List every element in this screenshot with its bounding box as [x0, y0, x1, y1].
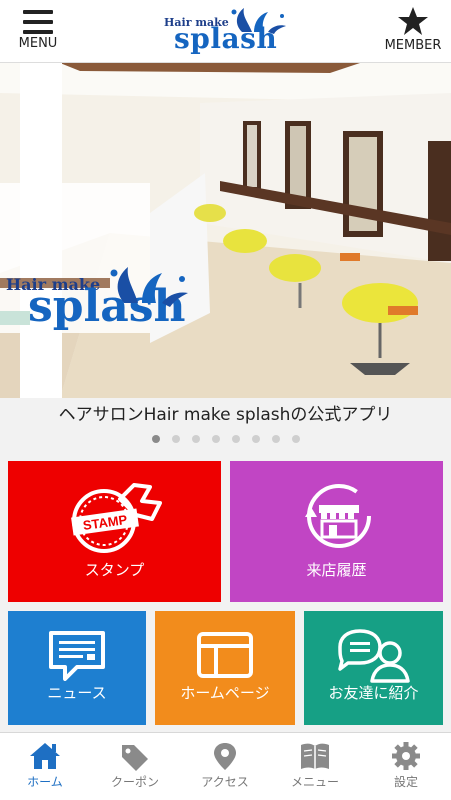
invite-friend-tile[interactable]: お友達に紹介: [304, 611, 443, 725]
stamp-icon: STAMP: [70, 483, 162, 553]
homepage-icon: [197, 632, 253, 678]
slider-dot[interactable]: [271, 435, 280, 443]
slider-dot[interactable]: [211, 435, 220, 443]
slider-dot[interactable]: [191, 435, 200, 443]
tab-menu[interactable]: メニュー: [270, 733, 360, 800]
hero-logo: Hair make splash: [6, 267, 196, 343]
gear-icon: [392, 742, 420, 770]
tab-home[interactable]: ホーム: [0, 733, 90, 800]
shop-history-icon: [304, 484, 371, 548]
tab-label-menu: メニュー: [290, 775, 339, 789]
tile-label-stamp: スタンプ: [84, 561, 145, 579]
stamp-icon-text: STAMP: [81, 512, 128, 533]
book-icon: [301, 743, 329, 769]
stamp-tile[interactable]: STAMP スタンプ: [8, 461, 221, 602]
bottom-tab-bar: ホーム クーポン アクセス メニュー 設定: [0, 732, 451, 800]
slider-dot[interactable]: [251, 435, 260, 443]
tab-label-home: ホーム: [27, 775, 63, 789]
hero-splash-drops-icon: [110, 267, 188, 307]
header-logo: Hair make splash: [160, 4, 292, 56]
menu-label: MENU: [18, 36, 58, 51]
star-icon: [398, 7, 428, 35]
salon-interior-image: [0, 63, 451, 398]
tile-label-homepage: ホームページ: [180, 684, 270, 702]
news-tile[interactable]: ニュース: [8, 611, 146, 725]
visit-history-tile[interactable]: 来店履歴: [230, 461, 443, 602]
slider-dot[interactable]: [151, 435, 160, 443]
map-pin-icon: [214, 743, 236, 770]
hero-caption: ヘアサロンHair make splashの公式アプリ: [58, 405, 393, 425]
member-button[interactable]: MEMBER: [378, 6, 448, 53]
tab-label-access: アクセス: [201, 775, 249, 789]
news-icon: [49, 631, 105, 681]
home-icon: [30, 743, 60, 769]
slider-dot[interactable]: [231, 435, 240, 443]
slider-dots[interactable]: [0, 435, 451, 443]
tab-label-settings: 設定: [393, 775, 418, 789]
slider-dot[interactable]: [291, 435, 300, 443]
coupon-icon: [122, 745, 148, 771]
tab-settings[interactable]: 設定: [361, 733, 451, 800]
tab-coupon[interactable]: クーポン: [90, 733, 180, 800]
member-label: MEMBER: [384, 38, 442, 53]
app-header: MENU Hair make splash MEMBER: [0, 0, 451, 63]
hamburger-icon: [23, 10, 53, 34]
tab-access[interactable]: アクセス: [180, 733, 270, 800]
tile-label-news: ニュース: [47, 684, 107, 702]
menu-button[interactable]: MENU: [3, 6, 73, 51]
tile-label-invite-friend: お友達に紹介: [328, 684, 419, 702]
homepage-tile[interactable]: ホームページ: [155, 611, 295, 725]
slider-dot[interactable]: [171, 435, 180, 443]
splash-drops-icon: [231, 8, 286, 34]
tile-label-visit-history: 来店履歴: [306, 561, 367, 579]
tab-label-coupon: クーポン: [110, 775, 159, 789]
friend-icon: [337, 629, 410, 683]
hero-slider[interactable]: Hair make splash: [0, 63, 451, 398]
